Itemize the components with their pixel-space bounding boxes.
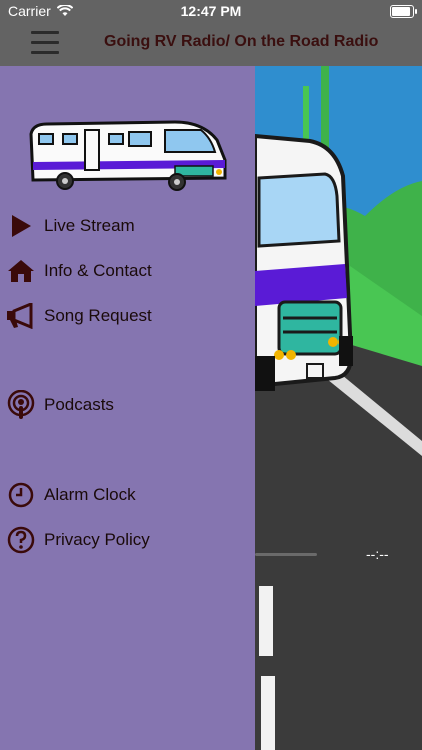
rv-logo [29,120,227,191]
menu-item-song-request[interactable]: Song Request [0,298,255,334]
menu-item-alarm-clock[interactable]: Alarm Clock [0,477,255,513]
battery-icon [390,5,417,18]
menu-label: Info & Contact [44,261,152,280]
playback-progress-track[interactable] [255,553,317,556]
menu-item-live-stream[interactable]: Live Stream [0,208,255,244]
side-drawer: Live Stream Info & Contact Song Request [0,66,255,750]
menu-label: Privacy Policy [44,530,150,549]
question-icon [0,526,44,554]
hamburger-icon[interactable] [31,31,59,55]
menu-item-info-contact[interactable]: Info & Contact [0,253,255,289]
playback-time: --:-- [366,546,389,562]
menu-label: Podcasts [44,395,114,414]
background-scene [255,66,422,750]
play-icon [0,214,44,238]
menu-label: Song Request [44,306,152,325]
megaphone-icon [0,303,44,329]
page-title: Going RV Radio/ On the Road Radio [104,33,379,50]
status-bar: Carrier 12:47 PM [0,0,422,24]
menu-label: Alarm Clock [44,485,136,504]
menu-item-privacy-policy[interactable]: Privacy Policy [0,522,255,558]
menu-item-podcasts[interactable]: Podcasts [0,387,255,423]
menu-label: Live Stream [44,216,135,235]
clock-time: 12:47 PM [180,3,242,19]
clock-icon [0,482,44,508]
home-icon [0,259,44,283]
podcast-icon [0,390,44,420]
